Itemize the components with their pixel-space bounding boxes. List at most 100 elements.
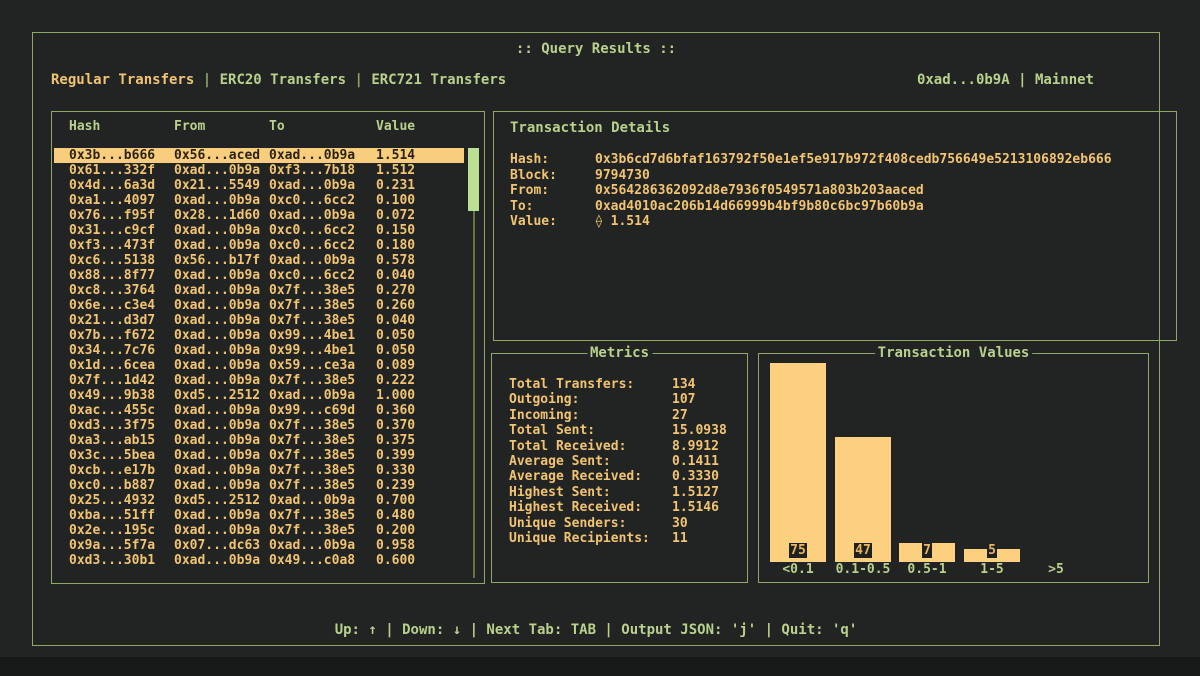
table-row[interactable]: 0x3c...5bea0xad...0b9a0x7f...38e50.399 bbox=[54, 448, 464, 463]
table-cell: 0xc6...5138 bbox=[69, 253, 174, 268]
metric-value: 15.0938 bbox=[672, 423, 727, 438]
table-cell: 0xad...0b9a bbox=[174, 373, 269, 388]
table-row[interactable]: 0x31...c9cf0xad...0b9a0xc0...6cc20.150 bbox=[54, 223, 464, 238]
x-axis-label: 0.5-1 bbox=[899, 562, 955, 578]
table-row[interactable]: 0xba...51ff0xad...0b9a0x7f...38e50.480 bbox=[54, 508, 464, 523]
table-cell: 0xc0...6cc2 bbox=[269, 268, 376, 283]
table-cell: 0xad...0b9a bbox=[269, 493, 376, 508]
x-axis-label: >5 bbox=[1028, 562, 1084, 578]
account-address: 0xad...0b9A bbox=[917, 72, 1010, 88]
table-row[interactable]: 0xa3...ab150xad...0b9a0x7f...38e50.375 bbox=[54, 433, 464, 448]
table-cell: 0xa1...4097 bbox=[69, 193, 174, 208]
table-cell: 0x49...9b38 bbox=[69, 388, 174, 403]
table-row[interactable]: 0x9a...5f7a0x07...dc630xad...0b9a0.958 bbox=[54, 538, 464, 553]
table-cell: 0x7b...f672 bbox=[69, 328, 174, 343]
table-row[interactable]: 0x4d...6a3d0x21...55490xad...0b9a0.231 bbox=[54, 178, 464, 193]
table-cell: 0x7f...38e5 bbox=[269, 508, 376, 523]
table-row[interactable]: 0xcb...e17b0xad...0b9a0x7f...38e50.330 bbox=[54, 463, 464, 478]
table-row[interactable]: 0x49...9b380xd5...25120xad...0b9a1.000 bbox=[54, 388, 464, 403]
account-indicator: 0xad...0b9A | Mainnet bbox=[917, 72, 1094, 88]
table-cell: 0xad...0b9a bbox=[269, 148, 376, 163]
table-cell: 0.360 bbox=[376, 403, 464, 418]
table-row[interactable]: 0x61...332f0xad...0b9a0xf3...7b181.512 bbox=[54, 163, 464, 178]
table-cell: 0.270 bbox=[376, 283, 464, 298]
table-cell: 0xc0...6cc2 bbox=[269, 238, 376, 253]
query-results-window: :: Query Results :: Regular Transfers | … bbox=[32, 32, 1160, 646]
table-cell: 0x7f...38e5 bbox=[269, 478, 376, 493]
table-cell: 0xad...0b9a bbox=[269, 538, 376, 553]
table-row[interactable]: 0x1d...6cea0xad...0b9a0x59...ce3a0.089 bbox=[54, 358, 464, 373]
table-cell: 0x56...b17f bbox=[174, 253, 269, 268]
table-row[interactable]: 0xd3...3f750xad...0b9a0x7f...38e50.370 bbox=[54, 418, 464, 433]
field-value: 0x3b6cd7d6bfaf163792f50e1ef5e917b972f408… bbox=[595, 152, 1112, 168]
table-cell: 0xad...0b9a bbox=[269, 388, 376, 403]
tab-regular-transfers[interactable]: Regular Transfers bbox=[51, 72, 194, 88]
table-cell: 0xf3...473f bbox=[69, 238, 174, 253]
table-cell: 1.514 bbox=[376, 148, 464, 163]
table-cell: 0.089 bbox=[376, 358, 464, 373]
table-row[interactable]: 0xc8...37640xad...0b9a0x7f...38e50.270 bbox=[54, 283, 464, 298]
field-value: 0xad4010ac206b14d66999b4bf9b80c6bc97b60b… bbox=[595, 199, 924, 215]
metric-label: Unique Senders: bbox=[509, 516, 672, 531]
table-cell: 0x2e...195c bbox=[69, 523, 174, 538]
table-cell: 0xad...0b9a bbox=[174, 238, 269, 253]
account-separator-space bbox=[1027, 72, 1035, 88]
table-cell: 0.040 bbox=[376, 313, 464, 328]
table-cell: 0.072 bbox=[376, 208, 464, 223]
scrollbar-thumb[interactable] bbox=[468, 148, 479, 211]
table-cell: 0x49...c0a8 bbox=[269, 553, 376, 568]
metric-item: Highest Sent:1.5127 bbox=[509, 485, 727, 500]
tab-erc20-transfers[interactable]: ERC20 Transfers bbox=[220, 72, 346, 88]
bar-count-label: 7 bbox=[899, 543, 955, 558]
table-row[interactable]: 0xc0...b8870xad...0b9a0x7f...38e50.239 bbox=[54, 478, 464, 493]
table-row[interactable]: 0x25...49320xd5...25120xad...0b9a0.700 bbox=[54, 493, 464, 508]
table-cell: 0xba...51ff bbox=[69, 508, 174, 523]
bar-<0.1 bbox=[770, 363, 826, 562]
table-row[interactable]: 0x3b...b6660x56...aced0xad...0b9a1.514 bbox=[54, 148, 464, 163]
table-row[interactable]: 0x76...f95f0x28...1d600xad...0b9a0.072 bbox=[54, 208, 464, 223]
table-cell: 0xad...0b9a bbox=[174, 553, 269, 568]
metric-label: Total Received: bbox=[509, 439, 672, 454]
table-cell: 0xc8...3764 bbox=[69, 283, 174, 298]
metric-value: 27 bbox=[672, 408, 688, 423]
table-cell: 0xad...0b9a bbox=[174, 193, 269, 208]
window-title: :: Query Results :: bbox=[33, 41, 1159, 57]
x-axis-label: 1-5 bbox=[964, 562, 1020, 578]
table-row[interactable]: 0x88...8f770xad...0b9a0xc0...6cc20.040 bbox=[54, 268, 464, 283]
table-row[interactable]: 0x21...d3d70xad...0b9a0x7f...38e50.040 bbox=[54, 313, 464, 328]
table-row[interactable]: 0x6e...c3e40xad...0b9a0x7f...38e50.260 bbox=[54, 298, 464, 313]
metrics-items: Total Transfers:134Outgoing:107Incoming:… bbox=[509, 377, 727, 546]
table-row[interactable]: 0xac...455c0xad...0b9a0x99...c69d0.360 bbox=[54, 403, 464, 418]
table-cell: 1.512 bbox=[376, 163, 464, 178]
table-cell: 0xad...0b9a bbox=[174, 283, 269, 298]
table-cell: 0x7f...38e5 bbox=[269, 463, 376, 478]
tab-erc721-transfers[interactable]: ERC721 Transfers bbox=[371, 72, 506, 88]
table-row[interactable]: 0xf3...473f0xad...0b9a0xc0...6cc20.180 bbox=[54, 238, 464, 253]
table-row[interactable]: 0x34...7c760xad...0b9a0x99...4be10.050 bbox=[54, 343, 464, 358]
table-cell: 0.239 bbox=[376, 478, 464, 493]
transaction-details-panel: Transaction Details Hash:0x3b6cd7d6bfaf1… bbox=[493, 111, 1177, 341]
table-row[interactable]: 0xc6...51380x56...b17f0xad...0b9a0.578 bbox=[54, 253, 464, 268]
metric-item: Total Transfers:134 bbox=[509, 377, 727, 392]
field-value: 9794730 bbox=[595, 168, 650, 184]
table-cell: 0xa3...ab15 bbox=[69, 433, 174, 448]
table-cell: 0xd5...2512 bbox=[174, 493, 269, 508]
bar-count-label: 5 bbox=[964, 543, 1020, 558]
table-row[interactable]: 0x2e...195c0xad...0b9a0x7f...38e50.200 bbox=[54, 523, 464, 538]
table-row[interactable]: 0x7f...1d420xad...0b9a0x7f...38e50.222 bbox=[54, 373, 464, 388]
table-row[interactable]: 0xa1...40970xad...0b9a0xc0...6cc20.100 bbox=[54, 193, 464, 208]
table-cell: 0.222 bbox=[376, 373, 464, 388]
table-cell: 0xad...0b9a bbox=[174, 433, 269, 448]
metric-value: 0.3330 bbox=[672, 469, 719, 484]
metric-label: Highest Received: bbox=[509, 500, 672, 515]
details-field: Hash:0x3b6cd7d6bfaf163792f50e1ef5e917b97… bbox=[510, 152, 1112, 168]
table-row[interactable]: 0x7b...f6720xad...0b9a0x99...4be10.050 bbox=[54, 328, 464, 343]
table-cell: 0x7f...38e5 bbox=[269, 373, 376, 388]
field-label: To: bbox=[510, 199, 595, 215]
table-row[interactable]: 0xd3...30b10xad...0b9a0x49...c0a80.600 bbox=[54, 553, 464, 568]
scrollbar-track[interactable] bbox=[473, 148, 475, 578]
table-cell: 0xcb...e17b bbox=[69, 463, 174, 478]
bar-chart: 75<0.1470.1-0.570.5-151-5>5 bbox=[759, 354, 1148, 582]
metrics-title: Metrics bbox=[587, 345, 652, 361]
table-cell: 0x7f...38e5 bbox=[269, 313, 376, 328]
